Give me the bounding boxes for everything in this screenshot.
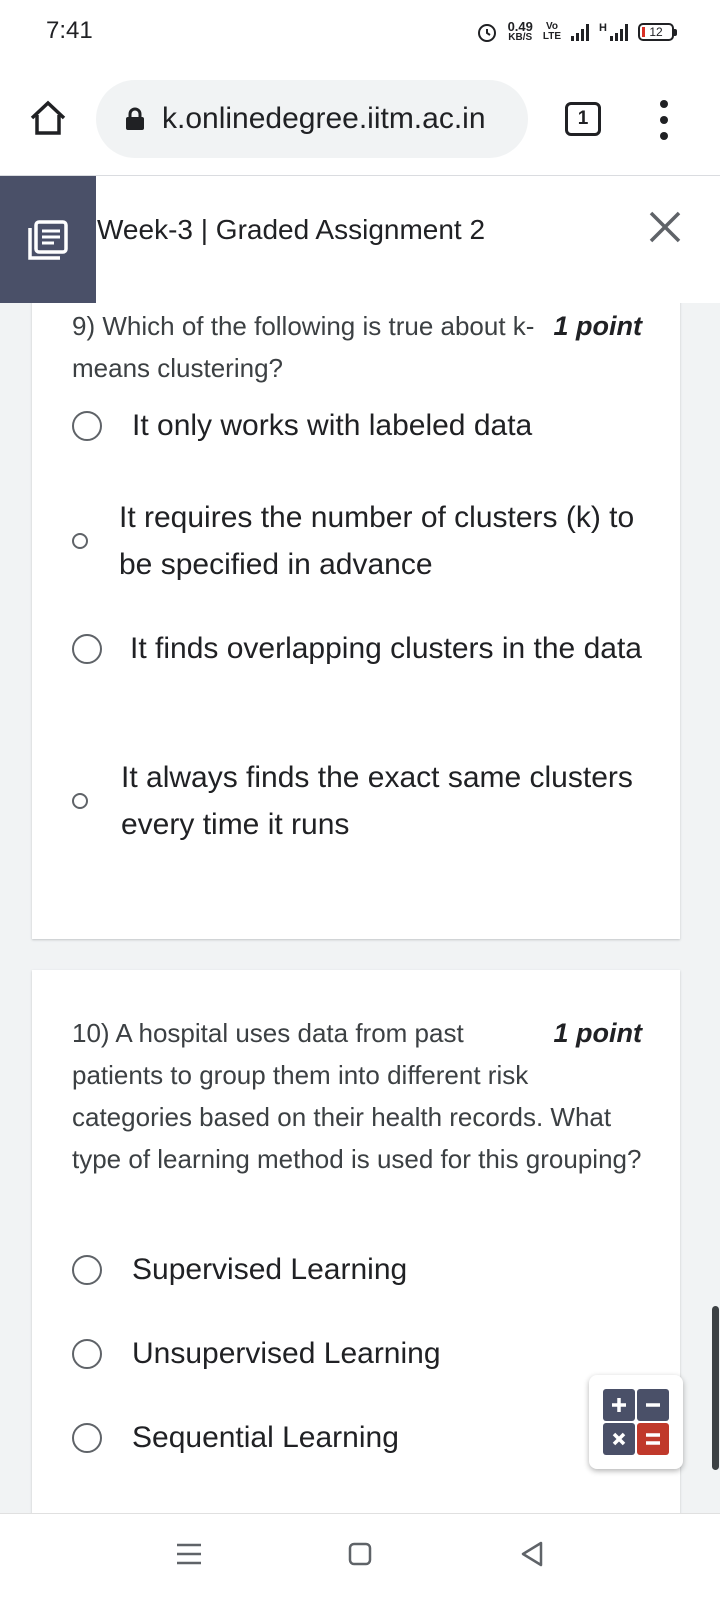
option-label: It always finds the exact same clusters … xyxy=(121,761,633,841)
option-item[interactable]: It finds overlapping clusters in the dat… xyxy=(72,625,650,672)
battery-icon: 12 xyxy=(638,23,677,41)
alarm-icon xyxy=(477,24,496,42)
calculator-icon xyxy=(603,1389,669,1455)
question-number: 9) xyxy=(72,311,96,341)
option-label: It finds overlapping clusters in the dat… xyxy=(130,632,642,665)
lock-icon xyxy=(126,107,144,130)
network-speed-value: 0.49 xyxy=(507,19,533,34)
option-item[interactable]: It requires the number of clusters (k) t… xyxy=(72,494,650,588)
calculator-button[interactable] xyxy=(589,1375,683,1469)
signal-icon xyxy=(571,23,590,41)
back-icon[interactable] xyxy=(520,1540,544,1568)
option-label: Sequential Learning xyxy=(132,1421,399,1454)
radio-button[interactable] xyxy=(72,793,88,809)
battery-level: 12 xyxy=(649,25,663,39)
option-item[interactable]: Sequential Learning xyxy=(72,1414,650,1461)
assignment-content[interactable]: 1 point 9) Which of the following is tru… xyxy=(0,303,720,1513)
status-icons: 0.49 KB/S Vo LTE H 12 xyxy=(476,18,677,46)
radio-button[interactable] xyxy=(72,1422,102,1453)
volte-indicator: Vo LTE xyxy=(543,22,561,42)
question-points: 1 point xyxy=(547,1012,642,1054)
signal-2-icon: H xyxy=(599,23,628,41)
question-card-10: 1 point 10) A hospital uses data from pa… xyxy=(32,970,680,1513)
network-speed: 0.49 KB/S xyxy=(507,19,533,43)
recents-icon[interactable] xyxy=(176,1542,202,1566)
option-item[interactable]: Supervised Learning xyxy=(72,1246,650,1293)
radio-button[interactable] xyxy=(72,1254,102,1285)
question-header: 1 point 9) Which of the following is tru… xyxy=(72,305,642,389)
radio-button[interactable] xyxy=(72,533,88,549)
home-icon[interactable] xyxy=(28,98,68,138)
signal-2-label: H xyxy=(599,22,607,34)
option-label: It only works with labeled data xyxy=(132,409,533,442)
close-icon[interactable] xyxy=(648,210,682,244)
option-item[interactable]: It only works with labeled data xyxy=(72,402,650,449)
radio-button[interactable] xyxy=(72,1338,102,1369)
option-label: Supervised Learning xyxy=(132,1253,408,1286)
status-bar: 7:41 0.49 KB/S Vo LTE H 12 xyxy=(0,0,720,62)
more-vert-icon[interactable] xyxy=(652,100,676,140)
network-speed-unit: KB/S xyxy=(508,32,533,43)
url-text: k.onlinedegree.iitm.ac.in xyxy=(162,102,486,135)
list-icon xyxy=(28,219,68,260)
tab-switcher-button[interactable]: 1 xyxy=(565,102,601,136)
question-body: Which of the following is true about k-m… xyxy=(72,311,535,383)
nav-home-icon[interactable] xyxy=(348,1542,372,1566)
address-bar[interactable]: k.onlinedegree.iitm.ac.in xyxy=(96,80,528,158)
page-title: Week-3 | Graded Assignment 2 xyxy=(97,214,486,245)
question-card-9: 1 point 9) Which of the following is tru… xyxy=(32,303,680,939)
option-item[interactable]: It always finds the exact same clusters … xyxy=(72,754,650,848)
question-header: 1 point 10) A hospital uses data from pa… xyxy=(72,1012,642,1180)
volte-bottom: LTE xyxy=(542,31,562,42)
system-nav-bar xyxy=(0,1513,720,1600)
option-item[interactable]: Unsupervised Learning xyxy=(72,1330,650,1377)
status-time: 7:41 xyxy=(46,17,93,44)
option-label: It requires the number of clusters (k) t… xyxy=(119,501,635,581)
question-number: 10) xyxy=(72,1018,110,1048)
nav-toggle-button[interactable] xyxy=(0,176,96,303)
browser-toolbar: k.onlinedegree.iitm.ac.in 1 xyxy=(0,62,720,176)
question-points: 1 point xyxy=(547,305,642,347)
page-header: Week-3 | Graded Assignment 2 xyxy=(0,176,720,303)
option-label: Unsupervised Learning xyxy=(132,1337,441,1370)
radio-button[interactable] xyxy=(72,410,102,441)
radio-button[interactable] xyxy=(72,633,102,664)
scrollbar[interactable] xyxy=(712,1306,719,1470)
